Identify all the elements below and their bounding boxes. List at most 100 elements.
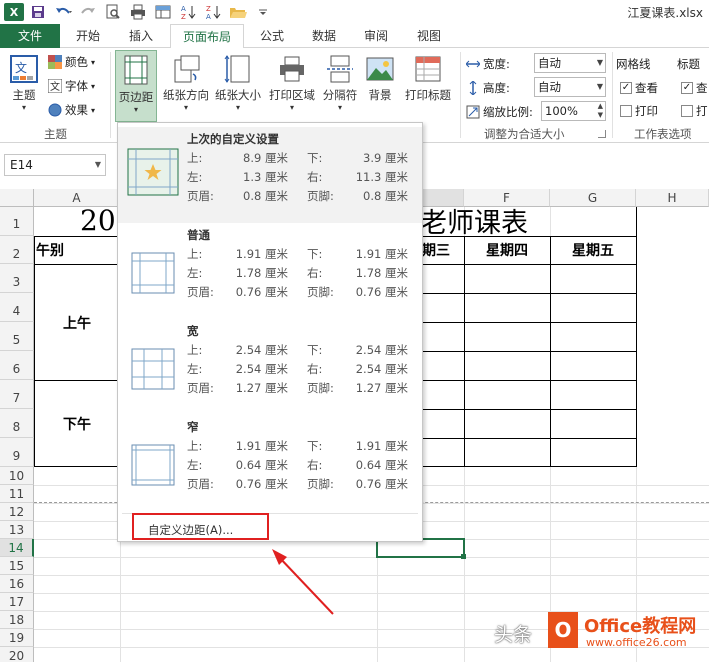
orientation-button[interactable]: 纸张方向 ▾ [160, 54, 212, 112]
height-select[interactable]: 自动 ▼ [534, 77, 606, 97]
chevron-down-icon: ▼ [596, 58, 603, 67]
fill-handle[interactable] [461, 554, 466, 559]
tab-formulas[interactable]: 公式 [250, 24, 294, 48]
row-header-selected[interactable]: 14 [0, 539, 34, 557]
scale-row: 缩放比例: [466, 104, 533, 120]
header-cell-wednesday[interactable]: 期三 [422, 237, 464, 263]
top-value: 1.91 厘米 [235, 247, 288, 261]
empty-checkbox-icon [681, 105, 693, 117]
customize-toolbar-icon[interactable] [252, 1, 274, 23]
insert-table-icon[interactable] [152, 1, 174, 23]
tab-page-layout[interactable]: 页面布局 [170, 24, 244, 49]
margin-preset-normal[interactable]: 普通 上: 1.91 厘米 下: 1.91 厘米 左: 1.78 厘米 右: 1… [118, 223, 422, 319]
left-label: 左: [187, 266, 203, 280]
row-header[interactable]: 5 [0, 322, 34, 351]
name-box[interactable]: E14 ▼ [4, 154, 106, 176]
left-label: 左: [187, 362, 203, 376]
header-cell-friday[interactable]: 星期五 [550, 237, 636, 263]
row-header[interactable]: 10 [0, 467, 34, 485]
row-header[interactable]: 13 [0, 521, 34, 539]
tab-review[interactable]: 审阅 [354, 24, 398, 48]
breaks-button[interactable]: 分隔符 ▾ [320, 54, 360, 112]
tab-home[interactable]: 开始 [66, 24, 110, 48]
tab-data[interactable]: 数据 [302, 24, 346, 48]
title-cell-left[interactable]: 20 [80, 203, 120, 237]
row-header[interactable]: 19 [0, 629, 34, 647]
row-header[interactable]: 4 [0, 293, 34, 322]
background-button[interactable]: 背景 [364, 54, 396, 103]
row-header[interactable]: 20 [0, 647, 34, 662]
gridline [34, 557, 709, 558]
scale-dialog-launcher-icon[interactable] [598, 130, 606, 138]
row-header[interactable]: 3 [0, 264, 34, 293]
row-header[interactable]: 11 [0, 485, 34, 503]
effects-button[interactable]: 效果 ▾ [48, 102, 95, 118]
title-cell-right[interactable]: 老师课表 [420, 203, 620, 239]
header-cell-thursday[interactable]: 星期四 [464, 237, 550, 263]
gridlines-heading: 网格线 [616, 57, 651, 71]
gridlines-view-checkbox[interactable]: ✓ 查看 [620, 80, 658, 96]
margins-label: 页边距 [118, 90, 154, 104]
row-header[interactable]: 17 [0, 593, 34, 611]
row-header[interactable]: 12 [0, 503, 34, 521]
redo-icon[interactable] [77, 1, 99, 23]
headings-print-checkbox[interactable]: 打 [681, 103, 708, 119]
gridlines-view-label: 查看 [635, 81, 658, 95]
width-row: 宽度: [466, 56, 510, 72]
fonts-button[interactable]: 文 字体 ▾ [48, 78, 95, 94]
margin-preset-last-custom[interactable]: 上次的自定义设置 上: 8.9 厘米 下: 3.9 厘米 左: 1.3 厘米 右… [118, 127, 422, 223]
bottom-value: 1.91 厘米 [355, 439, 408, 453]
margins-button[interactable]: 页边距 ▾ [115, 50, 157, 122]
row-header[interactable]: 16 [0, 575, 34, 593]
width-select[interactable]: 自动 ▼ [534, 53, 606, 73]
row-header[interactable]: 8 [0, 409, 34, 438]
select-all-corner[interactable] [0, 189, 34, 207]
scale-spinner[interactable]: 100% ▲ ▼ [541, 101, 606, 121]
row-header[interactable]: 18 [0, 611, 34, 629]
name-box-value: E14 [10, 158, 33, 172]
sort-ascending-icon[interactable]: AZ [177, 1, 199, 23]
row-header[interactable]: 6 [0, 351, 34, 380]
headings-view-checkbox[interactable]: ✓ 查 [681, 80, 708, 96]
colors-button[interactable]: 颜色 ▾ [48, 54, 95, 70]
undo-icon[interactable] [52, 1, 74, 23]
size-button[interactable]: 纸张大小 ▾ [213, 54, 263, 112]
print-preview-icon[interactable] [102, 1, 124, 23]
bottom-label: 下: [307, 439, 323, 453]
tab-insert[interactable]: 插入 [119, 24, 163, 48]
row-header[interactable]: 15 [0, 557, 34, 575]
sort-descending-icon[interactable]: ZA [202, 1, 224, 23]
print-titles-button[interactable]: 打印标题 [400, 54, 456, 103]
tab-view[interactable]: 视图 [407, 24, 451, 48]
bottom-label: 下: [307, 247, 323, 261]
left-label: 左: [187, 458, 203, 472]
right-label: 右: [307, 458, 323, 472]
row-header[interactable]: 9 [0, 438, 34, 467]
window-title: 江夏课表.xlsx [627, 6, 703, 20]
footer-value: 0.76 厘米 [355, 285, 408, 299]
column-header-h[interactable]: H [636, 189, 709, 207]
gridlines-print-checkbox[interactable]: 打印 [620, 103, 658, 119]
row-header[interactable]: 1 [0, 207, 34, 236]
print-area-button[interactable]: 打印区域 ▾ [266, 54, 318, 112]
header-value: 1.27 厘米 [235, 381, 288, 395]
size-icon [224, 55, 250, 83]
left-value: 1.3 厘米 [243, 170, 288, 184]
morning-cell[interactable]: 上午 [34, 265, 120, 380]
margin-preset-narrow[interactable]: 窄 上: 1.91 厘米 下: 1.91 厘米 左: 0.64 厘米 右: 0.… [118, 415, 422, 511]
normal-margin-icon [131, 252, 175, 294]
fonts-label: 字体 [65, 79, 88, 93]
open-folder-icon[interactable] [227, 1, 249, 23]
themes-button[interactable]: 文 主题 ▾ [6, 54, 42, 112]
excel-logo-icon[interactable]: X [4, 3, 24, 21]
margin-preset-wide[interactable]: 宽 上: 2.54 厘米 下: 2.54 厘米 左: 2.54 厘米 右: 2.… [118, 319, 422, 415]
save-icon[interactable] [27, 1, 49, 23]
tab-file[interactable]: 文件 [0, 24, 60, 48]
row-header[interactable]: 7 [0, 380, 34, 409]
highlight-box [132, 513, 269, 540]
quick-print-icon[interactable] [127, 1, 149, 23]
header-cell-period[interactable]: 午别 [36, 237, 120, 263]
afternoon-cell[interactable]: 下午 [34, 381, 120, 466]
empty-checkbox-icon [620, 105, 632, 117]
row-header[interactable]: 2 [0, 236, 34, 264]
